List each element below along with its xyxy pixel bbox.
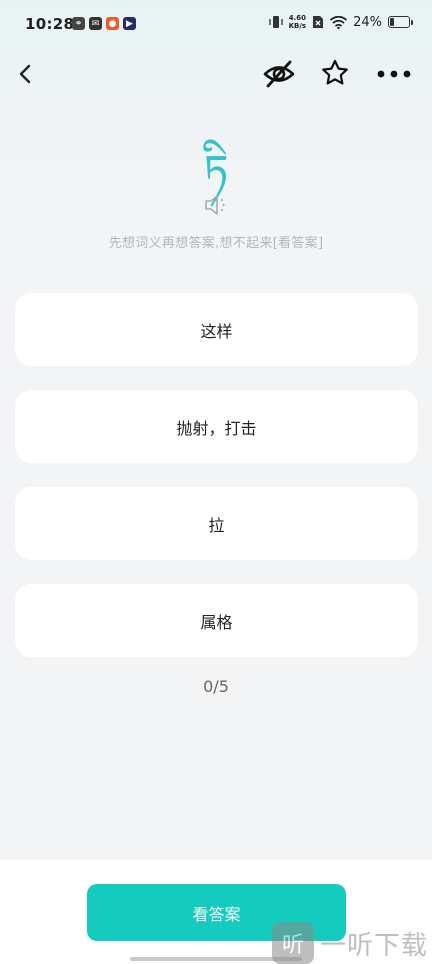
notification-icons: ⚭ ✉ ● ▶ (72, 17, 136, 30)
status-bar: 10:28 ⚭ ✉ ● ▶ 4.60 KB/s 24% (0, 0, 432, 50)
chevron-left-icon (19, 64, 31, 84)
option-3[interactable]: 拉 (15, 487, 418, 560)
eye-off-icon (263, 60, 295, 88)
battery-percent: 24% (353, 14, 382, 30)
shop-notification-icon: ● (106, 17, 119, 30)
wifi-icon (330, 15, 348, 29)
network-speed: 4.60 KB/s (289, 14, 306, 30)
sim-off-icon (313, 16, 324, 28)
option-1[interactable]: 这样 (15, 293, 418, 366)
status-right: 4.60 KB/s 24% (268, 14, 413, 30)
more-horizontal-icon (377, 70, 411, 78)
network-speed-unit: KB/s (288, 22, 307, 30)
status-time: 10:28 (25, 15, 75, 33)
mail-notification-icon: ✉ (89, 17, 102, 30)
watermark-logo: 听 (272, 922, 314, 964)
network-speed-value: 4.60 (288, 14, 306, 22)
hint-text: 先想词义再想答案,想不起来[看答案] (108, 236, 324, 251)
watermark-text: 一听下载 (320, 930, 429, 961)
quiz-word: ཏི (203, 146, 229, 197)
option-2[interactable]: 抛射，打击 (15, 390, 418, 463)
video-notification-icon: ▶ (123, 17, 136, 30)
progress-counter: 0/5 (203, 677, 229, 696)
star-outline-icon (322, 59, 348, 85)
favorite-button[interactable] (320, 58, 350, 88)
hide-button[interactable] (262, 58, 296, 90)
option-4[interactable]: 属格 (15, 584, 418, 657)
vibrate-icon (268, 16, 283, 28)
more-button[interactable] (374, 62, 414, 86)
watermark: 听 一听下载 (272, 922, 432, 964)
back-button[interactable] (12, 60, 40, 88)
battery-icon (388, 16, 413, 28)
app-notification-icon: ⚭ (72, 17, 85, 30)
play-audio-button[interactable] (203, 192, 229, 218)
battery-fill (390, 18, 394, 26)
speaker-icon (205, 195, 225, 215)
